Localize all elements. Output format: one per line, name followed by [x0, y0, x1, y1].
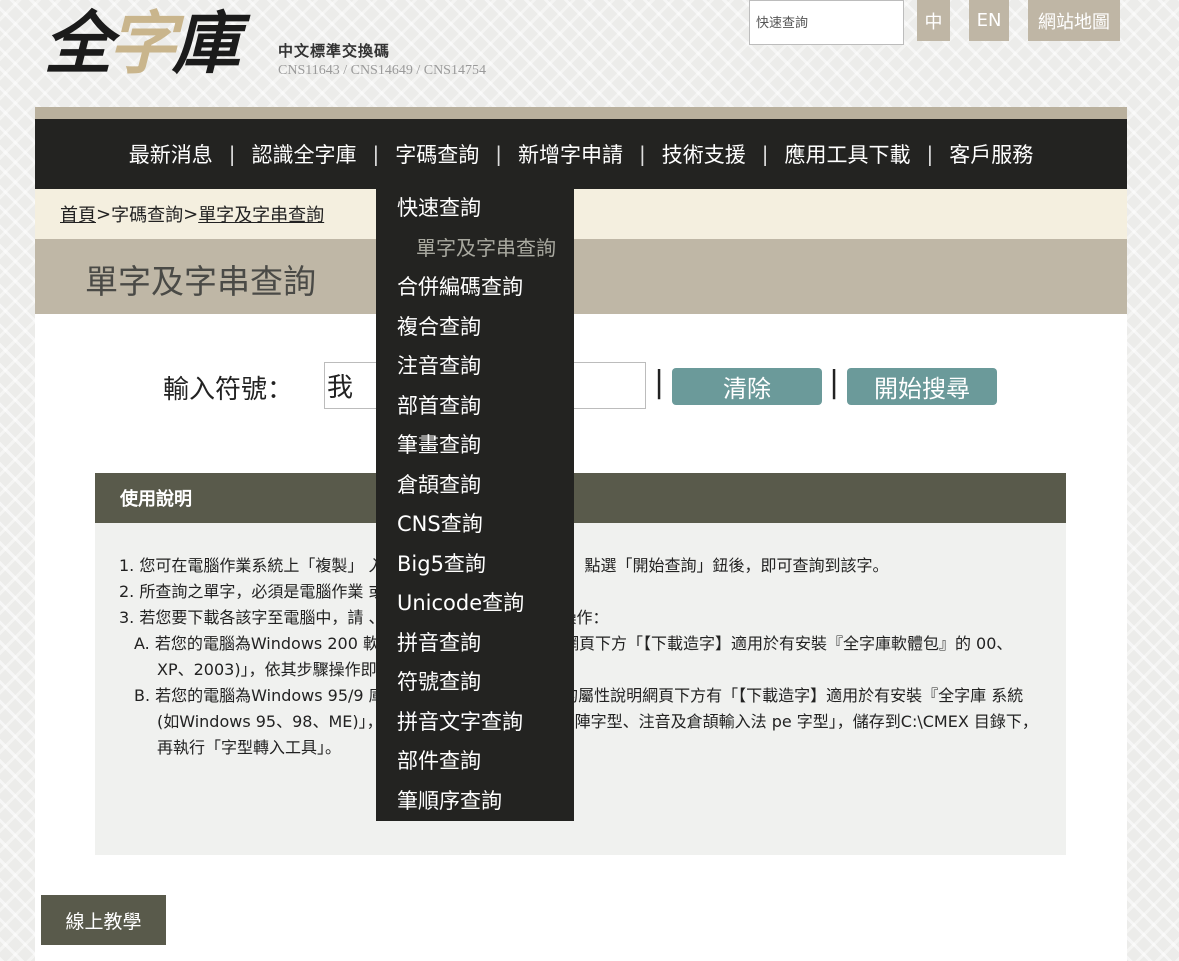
instruction-line: 3. 若您要下載各該字至電腦中，請 、列印該字，請依下列方式操作：	[119, 608, 609, 627]
dropdown-item[interactable]: 注音查詢	[376, 353, 574, 393]
nav-separator: |	[761, 142, 769, 166]
nav-item-about[interactable]: 認識全字庫	[236, 139, 373, 169]
nav-item-code-search[interactable]: 字碼查詢	[379, 139, 495, 169]
breadcrumb-current[interactable]: 單字及字串查詢	[198, 201, 324, 227]
main-panel: 最新消息 | 認識全字庫 | 字碼查詢 | 新增字申請 | 技術支援 | 應用工…	[35, 107, 1127, 961]
dropdown-item[interactable]: 拼音查詢	[376, 630, 574, 670]
nav-item-service[interactable]: 客戶服務	[933, 139, 1049, 169]
sitemap-button[interactable]: 網站地圖	[1028, 0, 1120, 41]
logo-standards: CNS11643 / CNS14649 / CNS14754	[278, 63, 486, 78]
logo-glyph-3: 庫	[172, 4, 240, 84]
top-stripe	[35, 107, 1127, 119]
form-separator: |	[829, 365, 840, 400]
logo-glyph-1: 全	[44, 4, 112, 84]
nav-separator: |	[495, 142, 502, 166]
breadcrumb-section: 字碼查詢	[111, 205, 184, 226]
symbol-input-label: 輸入符號：	[163, 375, 294, 405]
lang-en-button[interactable]: EN	[969, 0, 1009, 41]
instruction-subline: A. 若您的電腦為Windows 200 軟體包」，在字碼的屬性說明網頁下方「【…	[134, 634, 1013, 679]
clear-button[interactable]: 清除	[672, 368, 822, 405]
instruction-subline: B. 若您的電腦為Windows 95/9 庫應用工具4.0版」，在字碼的屬性說…	[134, 686, 1038, 757]
page-title-band: 單字及字串查詢	[35, 239, 1127, 314]
dropdown-item[interactable]: 倉頡查詢	[376, 472, 574, 512]
nav-separator: |	[926, 142, 934, 166]
page-title: 單字及字串查詢	[85, 262, 316, 301]
quick-search-input[interactable]	[749, 0, 904, 45]
nav-separator: |	[228, 142, 236, 166]
main-nav: 最新消息 | 認識全字庫 | 字碼查詢 | 新增字申請 | 技術支援 | 應用工…	[35, 119, 1127, 189]
online-tutorial-button[interactable]: 線上教學	[41, 895, 166, 945]
nav-item-tools[interactable]: 應用工具下載	[769, 139, 927, 169]
instructions-box: 使用說明 1. 您可在電腦作業系統上「複製」 入」「單字及字串查詢」框內，點選「…	[95, 473, 1066, 855]
dropdown-item[interactable]: 筆畫查詢	[376, 432, 574, 472]
breadcrumb-home[interactable]: 首頁	[60, 201, 96, 227]
lang-zh-button[interactable]: 中	[917, 0, 950, 41]
nav-item-news[interactable]: 最新消息	[113, 139, 229, 169]
dropdown-item[interactable]: 部件查詢	[376, 748, 574, 788]
dropdown-item[interactable]: 快速查詢	[376, 195, 574, 235]
instructions-heading: 使用說明	[95, 473, 1066, 523]
instruction-line: 2. 所查詢之單字，必須是電腦作業 或使用者自造字無法查詢。	[119, 582, 561, 601]
start-search-button[interactable]: 開始搜尋	[847, 368, 997, 405]
nav-item-new-char[interactable]: 新增字申請	[502, 139, 639, 169]
dropdown-subitem[interactable]: 單字及字串查詢	[376, 235, 574, 275]
dropdown-item[interactable]: 筆順序查詢	[376, 788, 574, 828]
form-separator: |	[654, 365, 665, 400]
dropdown-item[interactable]: 拼音文字查詢	[376, 709, 574, 749]
dropdown-item[interactable]: CNS查詢	[376, 511, 574, 551]
dropdown-item[interactable]: 合併編碼查詢	[376, 274, 574, 314]
nav-item-support[interactable]: 技術支援	[646, 139, 762, 169]
logo-glyph-2: 字	[108, 4, 176, 84]
breadcrumb-separator: >	[183, 203, 199, 225]
instructions-body: 1. 您可在電腦作業系統上「複製」 入」「單字及字串查詢」框內，點選「開始查詢」…	[119, 553, 1041, 761]
code-search-dropdown: 快速查詢 單字及字串查詢 合併編碼查詢 複合查詢 注音查詢 部首查詢 筆畫查詢 倉頡查詢 CNS…	[376, 189, 574, 821]
instruction-line: 1. 您可在電腦作業系統上「複製」 入」「單字及字串查詢」框內，點選「開始查詢」…	[119, 556, 889, 575]
dropdown-item[interactable]: 符號查詢	[376, 669, 574, 709]
nav-separator: |	[372, 142, 380, 166]
nav-separator: |	[639, 142, 646, 166]
dropdown-item[interactable]: Unicode查詢	[376, 590, 574, 630]
logo-subtitle: 中文標準交換碼	[278, 42, 391, 60]
dropdown-item[interactable]: 部首查詢	[376, 393, 574, 433]
breadcrumb-separator: >	[96, 203, 112, 225]
logo-glyphs: 全字庫	[44, 0, 240, 88]
breadcrumb: 首頁 > 字碼查詢 > 單字及字串查詢	[35, 189, 1127, 239]
site-logo[interactable]: 全字庫 中文標準交換碼 CNS11643 / CNS14649 / CNS147…	[44, 0, 564, 100]
dropdown-item[interactable]: 複合查詢	[376, 314, 574, 354]
dropdown-item[interactable]: Big5查詢	[376, 551, 574, 591]
